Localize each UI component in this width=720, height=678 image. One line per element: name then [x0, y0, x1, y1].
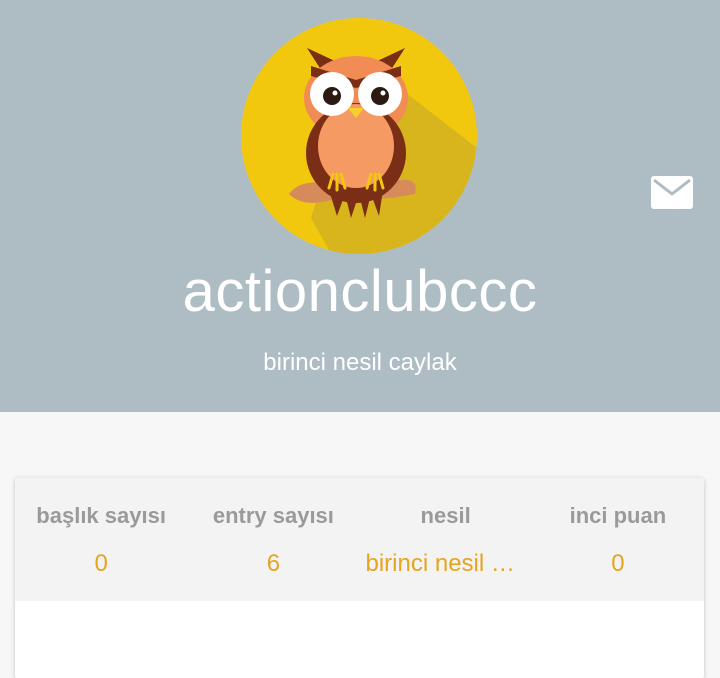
stat-value: 6	[266, 550, 281, 577]
stats-card: başlık sayısı 0 entry sayısı 6 nesil bir…	[15, 478, 704, 678]
stat-label: entry sayısı	[212, 503, 334, 528]
stat-pearl-points: inci puan 0	[532, 478, 704, 601]
stat-label: başlık sayısı	[36, 503, 166, 528]
stat-topic-count[interactable]: başlık sayısı 0	[15, 478, 187, 601]
stat-entry-count[interactable]: entry sayısı 6	[187, 478, 359, 601]
stat-generation: nesil birinci nesil caylak	[360, 478, 532, 601]
stat-value: 0	[94, 550, 108, 577]
username: actionclubccc	[182, 259, 538, 324]
stat-value: 0	[611, 550, 625, 577]
owl-avatar-icon	[241, 18, 477, 254]
stat-label: nesil	[420, 503, 471, 528]
user-title: birinci nesil caylak	[263, 349, 457, 376]
profile-header: actionclubccc birinci nesil caylak	[0, 0, 720, 412]
stat-label: inci puan	[569, 503, 667, 528]
stats-row: başlık sayısı 0 entry sayısı 6 nesil bir…	[15, 478, 704, 601]
envelope-icon[interactable]	[651, 176, 693, 209]
stat-value: birinci nesil caylak	[365, 550, 526, 577]
